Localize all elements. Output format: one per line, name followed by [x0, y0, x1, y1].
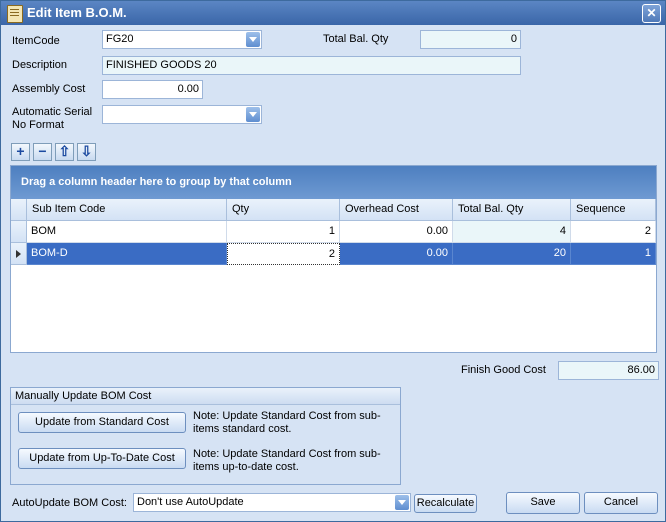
row-indicator[interactable]: [11, 243, 27, 265]
finish-good-cost-field[interactable]: 86.00: [558, 361, 659, 380]
standard-cost-note: Note: Update Standard Cost from sub-item…: [193, 410, 381, 435]
column-header-overhead-cost[interactable]: Overhead Cost: [340, 199, 453, 221]
update-from-standard-cost-button[interactable]: Update from Standard Cost: [18, 412, 186, 433]
autoupdate-dropdown[interactable]: Don't use AutoUpdate: [133, 493, 411, 512]
total-bal-qty-field[interactable]: 0: [420, 30, 521, 49]
recalculate-button[interactable]: Recalculate: [414, 494, 477, 513]
assembly-cost-field[interactable]: 0.00: [102, 80, 203, 99]
row-indicator[interactable]: [11, 221, 27, 243]
row-indicator-header: [11, 199, 27, 221]
description-field[interactable]: FINISHED GOODS 20: [102, 56, 521, 75]
update-from-uptodate-cost-button[interactable]: Update from Up-To-Date Cost: [18, 448, 186, 469]
description-label: Description: [12, 59, 68, 71]
cell-total-bal-qty[interactable]: 4: [453, 221, 571, 243]
remove-row-button[interactable]: −: [33, 143, 52, 161]
add-row-button[interactable]: +: [11, 143, 30, 161]
close-button[interactable]: ✕: [642, 4, 661, 23]
cell-sub-item-code[interactable]: BOM: [27, 221, 227, 243]
window-title: Edit Item B.O.M.: [27, 5, 127, 20]
save-button[interactable]: Save: [506, 492, 580, 514]
item-code-value: FG20: [106, 33, 134, 45]
move-down-button[interactable]: ⇩: [77, 143, 96, 161]
manual-update-title: Manually Update BOM Cost: [11, 388, 400, 405]
assembly-cost-label: Assembly Cost: [12, 83, 86, 95]
column-header-qty[interactable]: Qty: [227, 199, 340, 221]
column-header-sub-item-code[interactable]: Sub Item Code: [27, 199, 227, 221]
total-bal-qty-label: Total Bal. Qty: [323, 33, 389, 45]
chevron-down-icon[interactable]: [246, 107, 260, 122]
sub-items-grid: Drag a column header here to group by th…: [10, 165, 657, 353]
autoupdate-label: AutoUpdate BOM Cost:: [12, 497, 127, 509]
cell-overhead-cost[interactable]: 0.00: [340, 221, 453, 243]
current-row-arrow-icon: [16, 250, 21, 258]
document-icon: [7, 5, 23, 23]
auto-serial-label-line1: Automatic Serial: [12, 106, 93, 118]
auto-serial-label-line2: No Format: [12, 119, 64, 131]
cell-total-bal-qty[interactable]: 20: [453, 243, 571, 265]
cell-qty[interactable]: 2: [227, 243, 340, 265]
autoupdate-value: Don't use AutoUpdate: [137, 496, 244, 508]
edit-item-bom-window: Edit Item B.O.M. ✕ ItemCode FG20 Total B…: [0, 0, 666, 522]
group-by-panel[interactable]: Drag a column header here to group by th…: [11, 166, 656, 199]
column-header-total-bal-qty[interactable]: Total Bal. Qty: [453, 199, 571, 221]
finish-good-cost-label: Finish Good Cost: [461, 364, 546, 376]
cell-sequence[interactable]: 2: [571, 221, 656, 243]
cell-overhead-cost[interactable]: 0.00: [340, 243, 453, 265]
column-header-sequence[interactable]: Sequence: [571, 199, 656, 221]
cell-qty[interactable]: 1: [227, 221, 340, 243]
uptodate-cost-note: Note: Update Standard Cost from sub-item…: [193, 448, 381, 473]
move-up-button[interactable]: ⇧: [55, 143, 74, 161]
manual-update-groupbox: Manually Update BOM Cost Update from Sta…: [10, 387, 401, 485]
chevron-down-icon[interactable]: [246, 32, 260, 47]
cell-sub-item-code[interactable]: BOM-D: [27, 243, 227, 265]
chevron-down-icon[interactable]: [395, 495, 409, 510]
cell-sequence[interactable]: 1: [571, 243, 656, 265]
cancel-button[interactable]: Cancel: [584, 492, 658, 514]
title-bar: Edit Item B.O.M. ✕: [1, 1, 665, 25]
auto-serial-dropdown[interactable]: [102, 105, 262, 124]
item-code-dropdown[interactable]: FG20: [102, 30, 262, 49]
item-code-label: ItemCode: [12, 35, 60, 47]
